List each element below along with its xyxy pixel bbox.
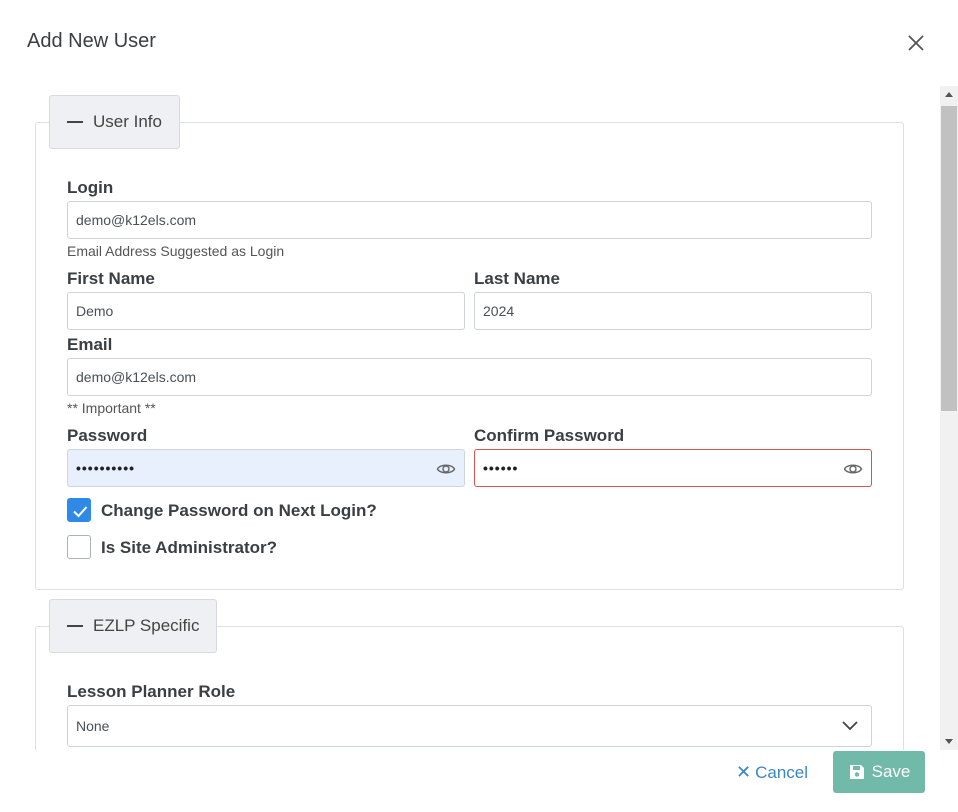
user-info-toggle[interactable]: User Info [49,95,180,149]
close-icon[interactable] [904,31,928,55]
last-name-value: 2024 [483,303,515,319]
confirm-password-label: Confirm Password [474,426,625,445]
scroll-down-icon[interactable] [945,739,953,744]
ezlp-section-label: EZLP Specific [93,616,200,635]
login-hint: Email Address Suggested as Login [67,243,285,259]
close-icon: ✕ [736,762,752,782]
password-label: Password [67,426,148,445]
login-value: demo@k12els.com [76,212,197,228]
email-input[interactable]: demo@k12els.com [67,358,872,396]
checkmark-icon [73,506,88,518]
change-password-label: Change Password on Next Login? [101,501,377,520]
lesson-planner-role-value: None [76,718,110,734]
lesson-planner-role-label: Lesson Planner Role [67,682,236,701]
ezlp-toggle[interactable]: EZLP Specific [49,599,218,653]
eye-icon[interactable] [843,459,863,479]
collapse-icon [67,625,83,627]
confirm-password-input[interactable]: •••••• [474,449,872,487]
password-input[interactable]: •••••••••• [67,449,465,487]
first-name-value: Demo [76,303,114,319]
floppy-disk-icon [849,765,864,779]
email-value: demo@k12els.com [76,369,197,385]
first-name-label: First Name [67,269,155,288]
eye-icon[interactable] [436,459,456,479]
cancel-label: Cancel [755,762,809,782]
save-label: Save [871,762,911,781]
first-name-input[interactable]: Demo [67,292,465,330]
last-name-label: Last Name [474,269,560,288]
modal-title: Add New User [27,30,156,52]
collapse-icon [67,121,83,123]
lesson-planner-role-select[interactable]: None [67,705,872,747]
login-label: Login [67,178,114,197]
scrollbar-thumb[interactable] [941,106,957,411]
confirm-password-value: •••••• [483,460,519,476]
change-password-checkbox[interactable] [67,498,91,522]
site-admin-checkbox[interactable] [67,535,91,559]
last-name-input[interactable]: 2024 [474,292,872,330]
scrollbar[interactable] [940,86,958,750]
email-hint: ** Important ** [67,400,156,416]
site-admin-label: Is Site Administrator? [101,538,278,557]
chevron-down-icon [841,718,859,732]
cancel-button[interactable]: ✕ Cancel [736,762,808,783]
user-info-section-label: User Info [93,112,162,131]
save-button[interactable]: Save [833,751,925,793]
password-value: •••••••••• [76,460,136,476]
login-input[interactable]: demo@k12els.com [67,201,872,239]
email-label: Email [67,335,113,354]
scroll-up-icon[interactable] [945,92,953,97]
